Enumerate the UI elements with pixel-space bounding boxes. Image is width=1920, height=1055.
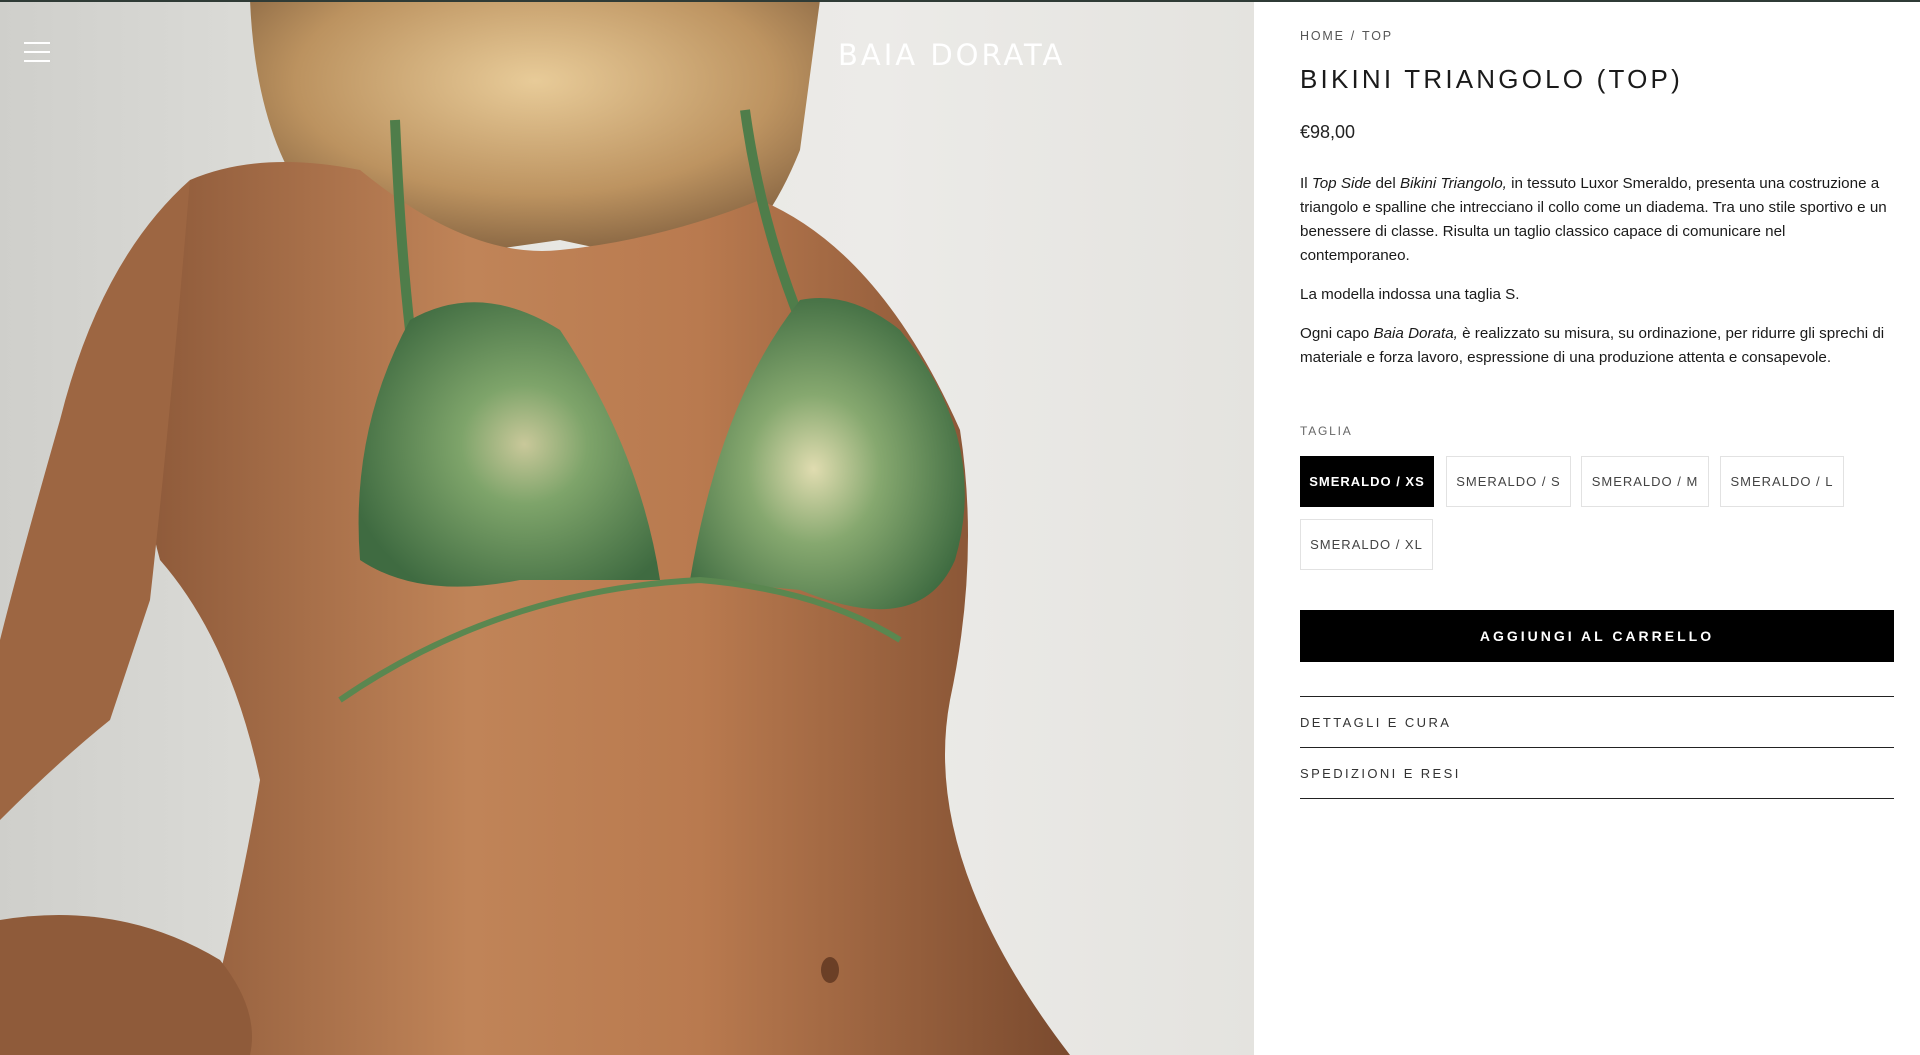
breadcrumb-current-link[interactable]: TOP bbox=[1362, 29, 1393, 43]
hamburger-menu-icon[interactable] bbox=[24, 42, 50, 64]
product-photo bbox=[0, 0, 1071, 1055]
add-to-cart-button[interactable]: AGGIUNGI AL CARRELLO bbox=[1300, 610, 1894, 662]
description-paragraph-1: Il Top Side del Bikini Triangolo, in tes… bbox=[1300, 175, 1887, 264]
breadcrumb: HOME / TOP bbox=[1300, 29, 1393, 43]
size-option-l[interactable]: SMERALDO / L bbox=[1720, 456, 1844, 507]
product-image-panel: BAIA DORATA bbox=[0, 0, 1254, 1055]
size-option-m[interactable]: SMERALDO / M bbox=[1581, 456, 1709, 507]
accordion-shipping-returns[interactable]: SPEDIZIONI E RESI bbox=[1300, 747, 1894, 798]
size-option-xs[interactable]: SMERALDO / XS bbox=[1300, 456, 1434, 507]
product-info-panel: HOME / TOP BIKINI TRIANGOLO (TOP) €98,00 I… bbox=[1254, 0, 1920, 1055]
breadcrumb-home-link[interactable]: HOME bbox=[1300, 29, 1345, 43]
accordion-divider bbox=[1300, 798, 1894, 799]
product-price: €98,00 bbox=[1300, 122, 1356, 142]
description-paragraph-3: Ogni capo Baia Dorata, è realizzato su m… bbox=[1300, 325, 1885, 366]
brand-logo[interactable]: BAIA DORATA bbox=[838, 38, 1065, 72]
product-accordion: DETTAGLI E CURA SPEDIZIONI E RESI bbox=[1300, 696, 1894, 799]
accordion-details-care[interactable]: DETTAGLI E CURA bbox=[1300, 696, 1894, 747]
size-option-xl[interactable]: SMERALDO / XL bbox=[1300, 519, 1433, 570]
top-border bbox=[0, 0, 1920, 2]
size-option-s[interactable]: SMERALDO / S bbox=[1446, 456, 1571, 507]
breadcrumb-separator: / bbox=[1350, 29, 1356, 43]
size-label: TAGLIA bbox=[1300, 424, 1353, 438]
description-paragraph-2: La modella indossa una taglia S. bbox=[1300, 286, 1520, 303]
product-description: Il Top Side del Bikini Triangolo, in tes… bbox=[1300, 172, 1894, 385]
product-title: BIKINI TRIANGOLO (TOP) bbox=[1300, 64, 1683, 94]
